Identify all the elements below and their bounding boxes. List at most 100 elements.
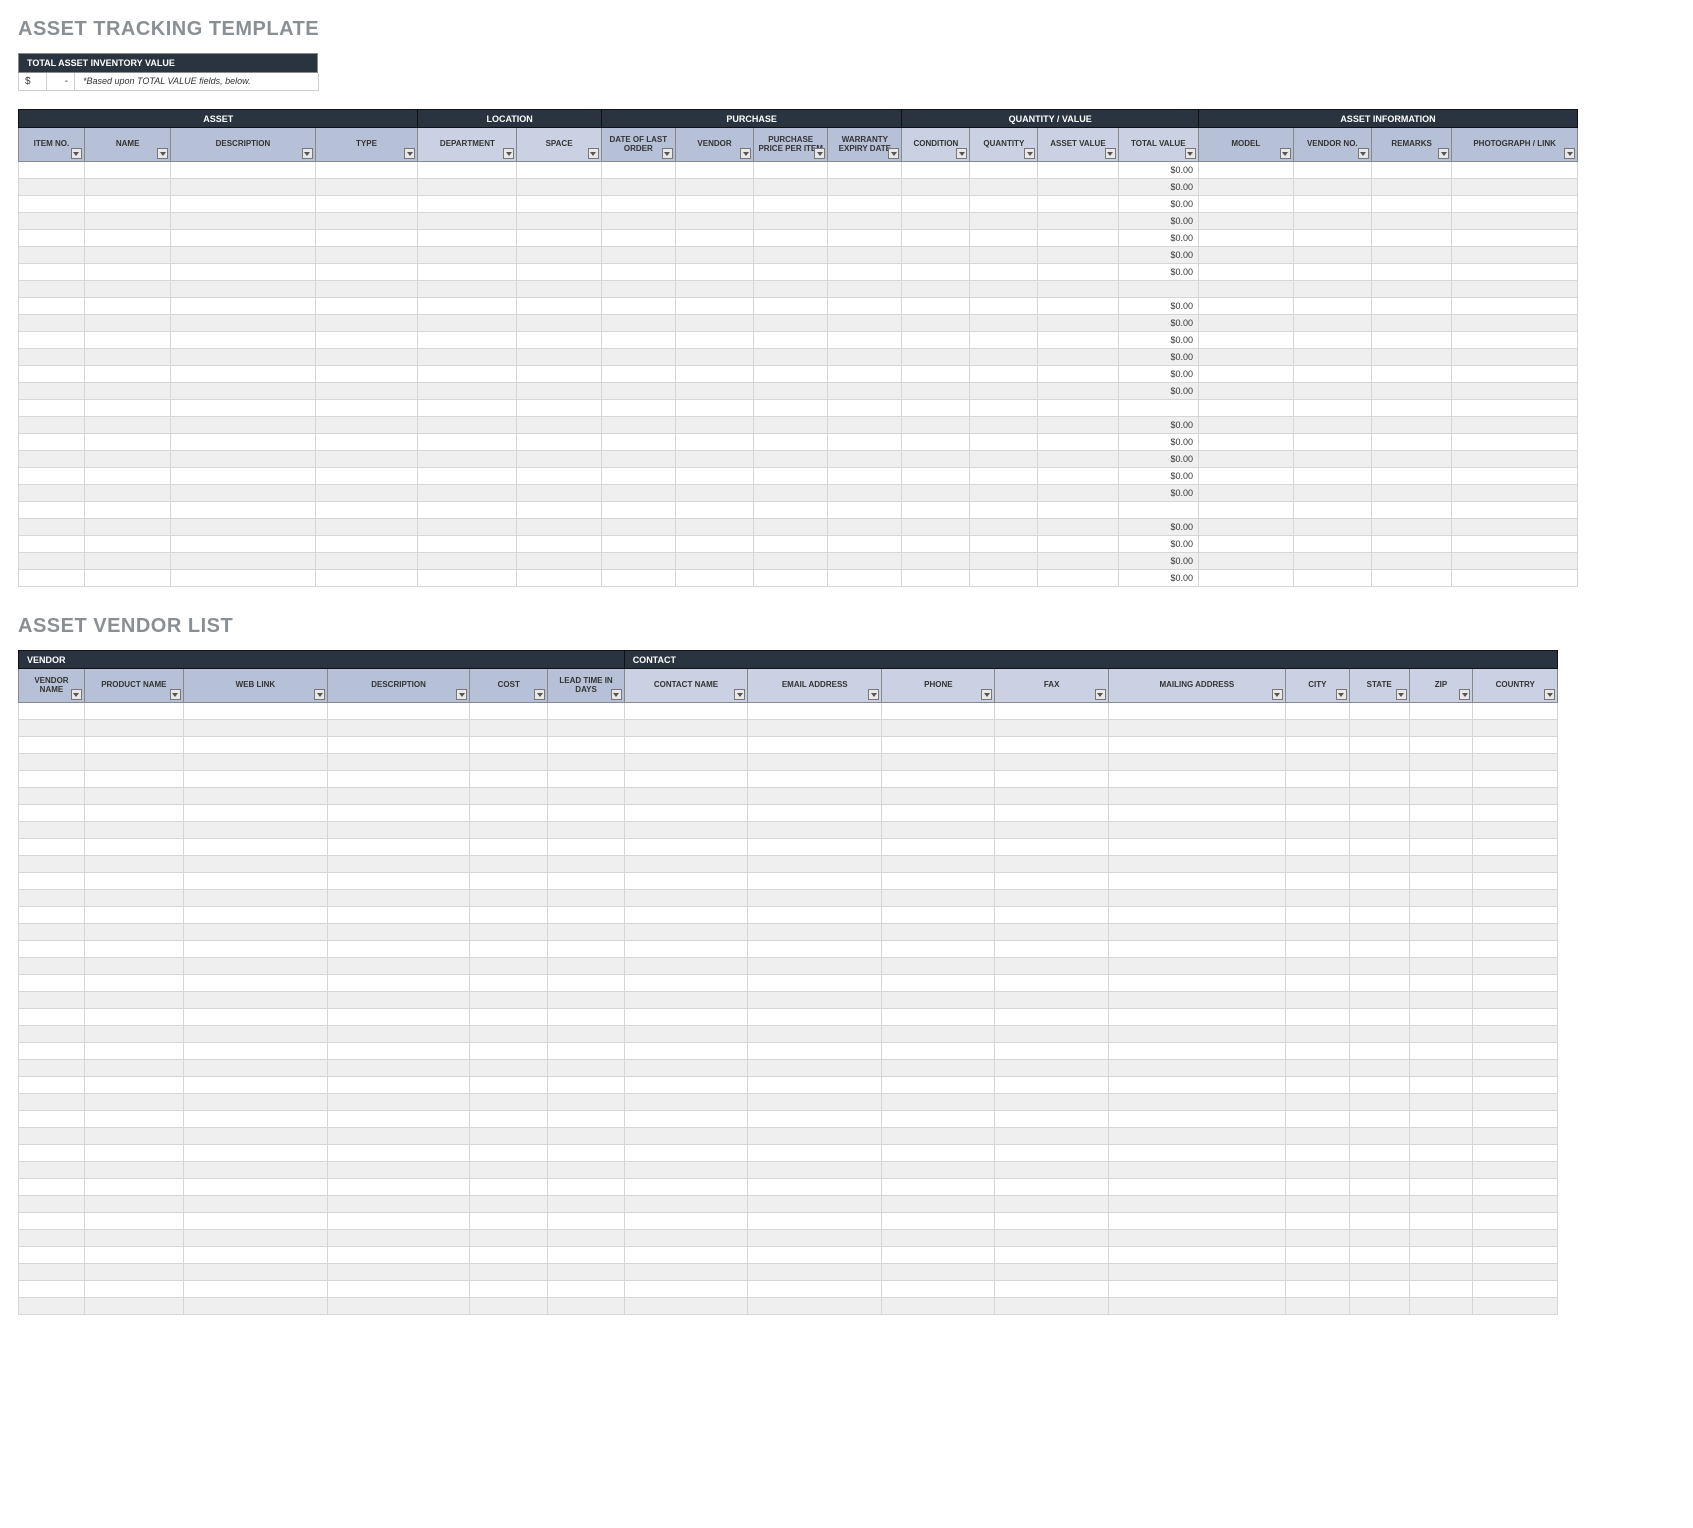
cell[interactable]: [19, 1230, 85, 1247]
cell[interactable]: [1371, 553, 1451, 570]
cell[interactable]: [328, 1179, 470, 1196]
filter-dropdown-icon[interactable]: [71, 689, 82, 700]
cell[interactable]: [624, 856, 748, 873]
cell[interactable]: [1452, 162, 1578, 179]
filter-dropdown-icon[interactable]: [740, 148, 751, 159]
cell[interactable]: [1409, 907, 1473, 924]
cell[interactable]: [548, 788, 624, 805]
cell[interactable]: [1409, 992, 1473, 1009]
cell[interactable]: [1038, 417, 1118, 434]
cell[interactable]: [1285, 805, 1349, 822]
cell[interactable]: [1285, 788, 1349, 805]
cell[interactable]: [1108, 822, 1285, 839]
cell[interactable]: [84, 703, 183, 720]
cell[interactable]: [19, 230, 85, 247]
cell[interactable]: [1452, 502, 1578, 519]
cell[interactable]: [882, 1043, 995, 1060]
cell[interactable]: [517, 366, 601, 383]
table-row[interactable]: [19, 890, 1558, 907]
cell[interactable]: [748, 703, 882, 720]
cell[interactable]: [84, 1077, 183, 1094]
cell[interactable]: [675, 298, 753, 315]
cell[interactable]: [1293, 196, 1371, 213]
cell[interactable]: [315, 400, 418, 417]
cell[interactable]: [1409, 873, 1473, 890]
cell[interactable]: [470, 1128, 548, 1145]
cell[interactable]: [754, 400, 828, 417]
table-row[interactable]: $0.00: [19, 570, 1578, 587]
cell[interactable]: [517, 451, 601, 468]
cell[interactable]: [1198, 264, 1293, 281]
table-row[interactable]: [19, 1281, 1558, 1298]
cell[interactable]: [1108, 1281, 1285, 1298]
cell[interactable]: [624, 907, 748, 924]
cell[interactable]: [171, 247, 315, 264]
cell[interactable]: [1409, 703, 1473, 720]
cell[interactable]: [418, 485, 517, 502]
cell[interactable]: [315, 179, 418, 196]
cell[interactable]: [171, 366, 315, 383]
cell[interactable]: [828, 179, 902, 196]
cell[interactable]: [882, 890, 995, 907]
cell[interactable]: [1285, 1077, 1349, 1094]
cell[interactable]: [828, 315, 902, 332]
cell[interactable]: [517, 400, 601, 417]
table-row[interactable]: [19, 281, 1578, 298]
cell[interactable]: [315, 196, 418, 213]
cell[interactable]: [1349, 1094, 1409, 1111]
filter-dropdown-icon[interactable]: [1105, 148, 1116, 159]
cell[interactable]: [882, 703, 995, 720]
cell[interactable]: [1108, 1230, 1285, 1247]
table-row[interactable]: [19, 788, 1558, 805]
cell[interactable]: [882, 1145, 995, 1162]
cell[interactable]: [828, 570, 902, 587]
cell[interactable]: [19, 332, 85, 349]
cell[interactable]: [84, 400, 170, 417]
cell[interactable]: [548, 1230, 624, 1247]
cell[interactable]: [19, 907, 85, 924]
cell[interactable]: [19, 822, 85, 839]
cell[interactable]: [19, 1179, 85, 1196]
cell[interactable]: [171, 315, 315, 332]
cell[interactable]: [1285, 1213, 1349, 1230]
cell[interactable]: [315, 519, 418, 536]
cell[interactable]: [315, 502, 418, 519]
cell[interactable]: [183, 1060, 327, 1077]
cell[interactable]: [84, 856, 183, 873]
cell[interactable]: [1293, 400, 1371, 417]
cell[interactable]: [328, 941, 470, 958]
cell[interactable]: [748, 958, 882, 975]
cell[interactable]: [601, 417, 675, 434]
cell[interactable]: [748, 1213, 882, 1230]
cell[interactable]: [19, 298, 85, 315]
cell[interactable]: [1473, 890, 1558, 907]
cell[interactable]: [675, 179, 753, 196]
cell[interactable]: [882, 1111, 995, 1128]
cell[interactable]: [470, 873, 548, 890]
cell[interactable]: [418, 281, 517, 298]
cell[interactable]: [171, 281, 315, 298]
table-row[interactable]: $0.00: [19, 247, 1578, 264]
cell[interactable]: [675, 230, 753, 247]
cell[interactable]: [675, 468, 753, 485]
filter-dropdown-icon[interactable]: [1396, 689, 1407, 700]
cell[interactable]: [1452, 468, 1578, 485]
cell[interactable]: [748, 839, 882, 856]
cell[interactable]: [315, 162, 418, 179]
cell[interactable]: [548, 890, 624, 907]
cell[interactable]: [754, 417, 828, 434]
cell[interactable]: [84, 1145, 183, 1162]
cell[interactable]: [548, 1060, 624, 1077]
cell[interactable]: [748, 1196, 882, 1213]
cell[interactable]: [1285, 1009, 1349, 1026]
cell[interactable]: [748, 1060, 882, 1077]
cell[interactable]: [882, 873, 995, 890]
cell[interactable]: [1108, 1179, 1285, 1196]
cell[interactable]: [183, 737, 327, 754]
cell[interactable]: [1473, 907, 1558, 924]
cell[interactable]: [19, 1043, 85, 1060]
cell[interactable]: [624, 1298, 748, 1315]
cell[interactable]: [1108, 737, 1285, 754]
cell[interactable]: [470, 1060, 548, 1077]
cell[interactable]: [183, 975, 327, 992]
